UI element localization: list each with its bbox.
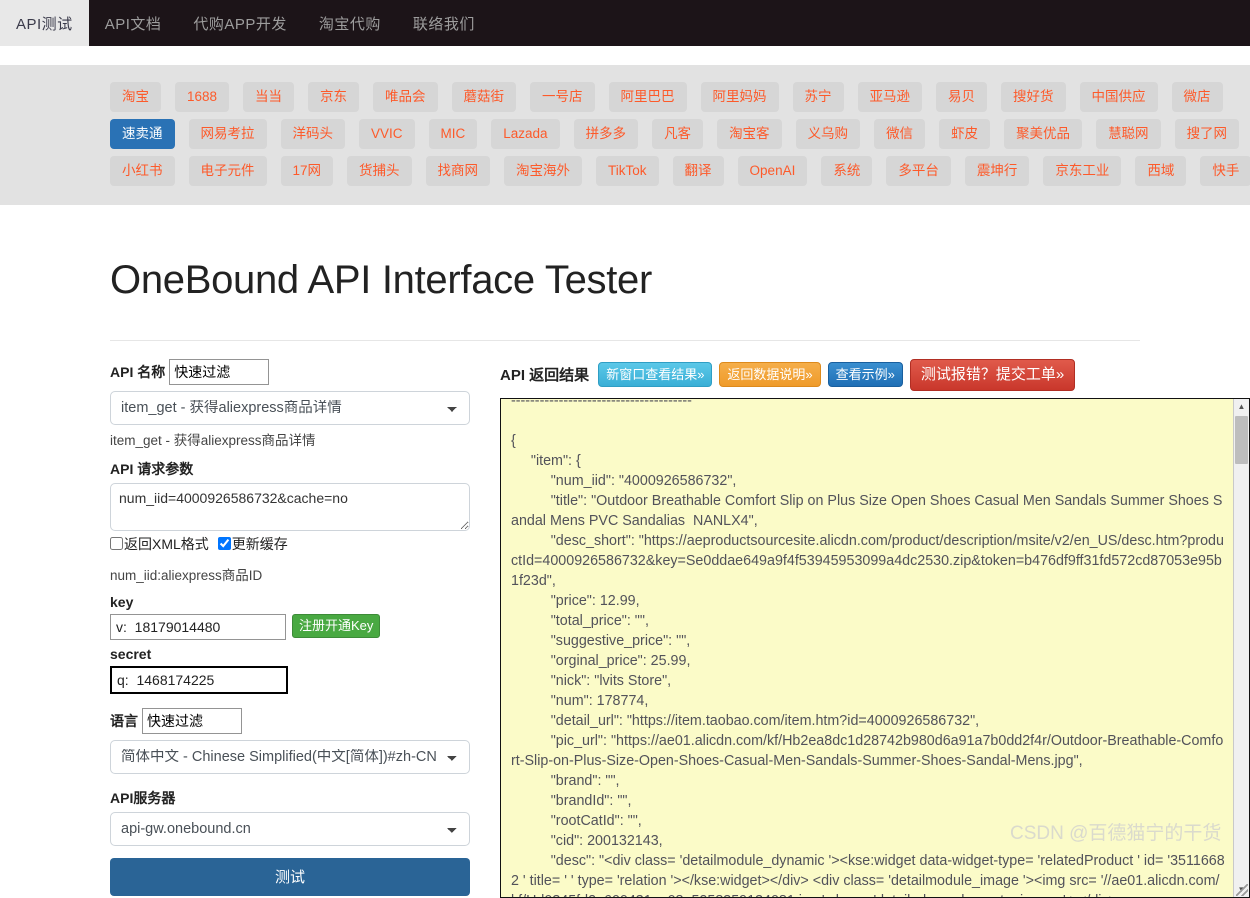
api-name-row: API 名称	[110, 358, 472, 385]
nav-tab-contact[interactable]: 联络我们	[397, 0, 491, 46]
page-title: OneBound API Interface Tester	[110, 257, 653, 302]
platform-button-taobao-overseas[interactable]: 淘宝海外	[504, 156, 583, 186]
params-label: API 请求参数	[110, 460, 194, 477]
data-description-button[interactable]: 返回数据说明»	[719, 362, 821, 388]
params-textarea[interactable]: num_iid=4000926586732&cache=no	[110, 482, 470, 531]
platform-button-band: 淘宝 1688 当当 京东 唯品会 蘑菇街 一号店 阿里巴巴 阿里妈妈 苏宁 亚…	[0, 65, 1250, 205]
platform-button-kuaishou[interactable]: 快手	[1200, 156, 1250, 186]
platform-button-zkh[interactable]: 震坤行	[964, 156, 1030, 186]
nav-tab-taobao-agent[interactable]: 淘宝代购	[303, 0, 397, 46]
platform-button-xiaohongshu[interactable]: 小红书	[110, 156, 175, 186]
xml-format-label: 返回XML格式	[124, 535, 209, 552]
scrollbar-thumb[interactable]	[1235, 415, 1248, 464]
platform-row-1: 淘宝 1688 当当 京东 唯品会 蘑菇街 一号店 阿里巴巴 阿里妈妈 苏宁 亚…	[0, 82, 1250, 112]
platform-button-hc360[interactable]: 慧聪网	[1096, 119, 1161, 149]
api-name-filter-input[interactable]	[169, 358, 270, 385]
platform-button-translate[interactable]: 翻译	[672, 156, 724, 186]
platform-button-shopee[interactable]: 虾皮	[939, 119, 991, 149]
api-select[interactable]: item_get - 获得aliexpress商品详情	[110, 390, 470, 425]
secret-input[interactable]	[110, 665, 288, 694]
platform-button-taobaoke[interactable]: 淘宝客	[717, 119, 782, 149]
api-select-hint: item_get - 获得aliexpress商品详情	[110, 432, 316, 448]
platform-button-jd[interactable]: 京东	[308, 82, 360, 112]
result-heading: API 返回结果	[500, 367, 590, 385]
secret-label: secret	[110, 645, 152, 662]
platform-button-jd-industry[interactable]: 京东工业	[1043, 156, 1122, 186]
language-filter-input[interactable]	[142, 707, 242, 734]
platform-button-yiwugo[interactable]: 义乌购	[795, 119, 861, 149]
result-header: API 返回结果 新窗口查看结果» 返回数据说明» 查看示例» 测试报错？提交工…	[500, 358, 1250, 391]
platform-button-openai[interactable]: OpenAI	[737, 156, 808, 186]
open-new-window-button[interactable]: 新窗口查看结果»	[598, 362, 713, 388]
platform-button-kaola[interactable]: 网易考拉	[188, 119, 267, 149]
platform-row-2: 速卖通 网易考拉 洋码头 VVIC MIC Lazada 拼多多 凡客 淘宝客 …	[0, 119, 1250, 149]
platform-button-vancl[interactable]: 凡客	[652, 119, 704, 149]
platform-button-weidian[interactable]: 微店	[1171, 82, 1223, 112]
top-navigation: API测试 API文档 代购APP开发 淘宝代购 联络我们	[0, 0, 1250, 46]
language-row: 语言	[110, 707, 472, 734]
platform-button-electronics[interactable]: 电子元件	[188, 156, 267, 186]
platform-button-huobutou[interactable]: 货捕头	[347, 156, 412, 186]
update-cache-checkbox[interactable]	[217, 537, 231, 551]
result-panel: API 返回结果 新窗口查看结果» 返回数据说明» 查看示例» 测试报错？提交工…	[500, 358, 1250, 898]
nav-tab-app-dev[interactable]: 代购APP开发	[177, 0, 303, 46]
platform-button-jumei[interactable]: 聚美优品	[1004, 119, 1083, 149]
params-hint: num_iid:aliexpress商品ID	[110, 567, 263, 583]
platform-button-1688[interactable]: 1688	[175, 82, 230, 112]
platform-row-3: 小红书 电子元件 17网 货捕头 找商网 淘宝海外 TikTok 翻译 Open…	[0, 156, 1250, 186]
result-body-text: -------------------------------------- {…	[511, 397, 1225, 897]
test-button[interactable]: 测试	[110, 857, 470, 896]
platform-button-yhd[interactable]: 一号店	[530, 82, 595, 112]
platform-button-soulew[interactable]: 搜了网	[1174, 119, 1240, 149]
result-scrollbar[interactable]: ▲ ▼	[1233, 398, 1249, 897]
update-cache-label: 更新缓存	[231, 535, 288, 552]
platform-button-vip[interactable]: 唯品会	[373, 82, 438, 112]
platform-button-xiyu[interactable]: 西域	[1135, 156, 1187, 186]
platform-button-ymatou[interactable]: 洋码头	[280, 119, 345, 149]
result-textarea-container[interactable]: -------------------------------------- {…	[500, 397, 1250, 898]
platform-button-dangdang[interactable]: 当当	[243, 82, 295, 112]
platform-button-china-supply[interactable]: 中国供应	[1079, 82, 1158, 112]
xml-format-checkbox[interactable]	[110, 537, 123, 551]
resize-grip-icon[interactable]	[1236, 883, 1248, 896]
platform-button-lazada[interactable]: Lazada	[491, 119, 560, 149]
platform-button-multi[interactable]: 多平台	[886, 156, 951, 186]
scroll-up-arrow-icon[interactable]: ▲	[1234, 398, 1249, 414]
api-name-label: API 名称	[110, 363, 166, 380]
server-select[interactable]: api-gw.onebound.cn	[110, 811, 470, 846]
nav-tab-api-test[interactable]: API测试	[0, 0, 89, 46]
key-row: 注册开通Key	[110, 613, 472, 640]
platform-button-mic[interactable]: MIC	[428, 119, 478, 149]
platform-button-souhuohuo[interactable]: 搜好货	[1001, 82, 1066, 112]
request-form: API 名称 item_get - 获得aliexpress商品详情 item_…	[110, 358, 472, 898]
platform-button-suning[interactable]: 苏宁	[792, 82, 844, 112]
main-content: API 名称 item_get - 获得aliexpress商品详情 item_…	[0, 341, 1250, 898]
platform-button-vvic[interactable]: VVIC	[359, 119, 415, 149]
format-options: 返回XML格式 更新缓存	[110, 534, 472, 554]
server-label: API服务器	[110, 789, 176, 806]
platform-button-alimama[interactable]: 阿里妈妈	[700, 82, 779, 112]
register-key-button[interactable]: 注册开通Key	[292, 613, 381, 638]
platform-button-amazon[interactable]: 亚马逊	[857, 82, 923, 112]
language-select[interactable]: 简体中文 - Chinese Simplified(中文[简体])#zh-CN	[110, 739, 470, 774]
platform-button-ebay[interactable]: 易贝	[936, 82, 988, 112]
platform-button-aliexpress[interactable]: 速卖通	[110, 119, 175, 149]
platform-button-alibaba[interactable]: 阿里巴巴	[608, 82, 687, 112]
language-label: 语言	[110, 712, 138, 729]
platform-button-17wang[interactable]: 17网	[280, 156, 334, 186]
platform-button-taobao[interactable]: 淘宝	[110, 82, 161, 112]
platform-button-wechat[interactable]: 微信	[874, 119, 926, 149]
platform-button-zhaoshang[interactable]: 找商网	[425, 156, 491, 186]
platform-button-system[interactable]: 系统	[821, 156, 873, 186]
key-label: key	[110, 593, 134, 610]
platform-button-tiktok[interactable]: TikTok	[596, 156, 659, 186]
key-input[interactable]	[110, 613, 286, 640]
platform-button-pinduoduo[interactable]: 拼多多	[573, 119, 639, 149]
nav-tab-api-docs[interactable]: API文档	[89, 0, 178, 46]
platform-button-mogujie[interactable]: 蘑菇街	[451, 82, 517, 112]
submit-ticket-button[interactable]: 测试报错？提交工单»	[909, 358, 1076, 391]
view-example-button[interactable]: 查看示例»	[827, 362, 903, 388]
